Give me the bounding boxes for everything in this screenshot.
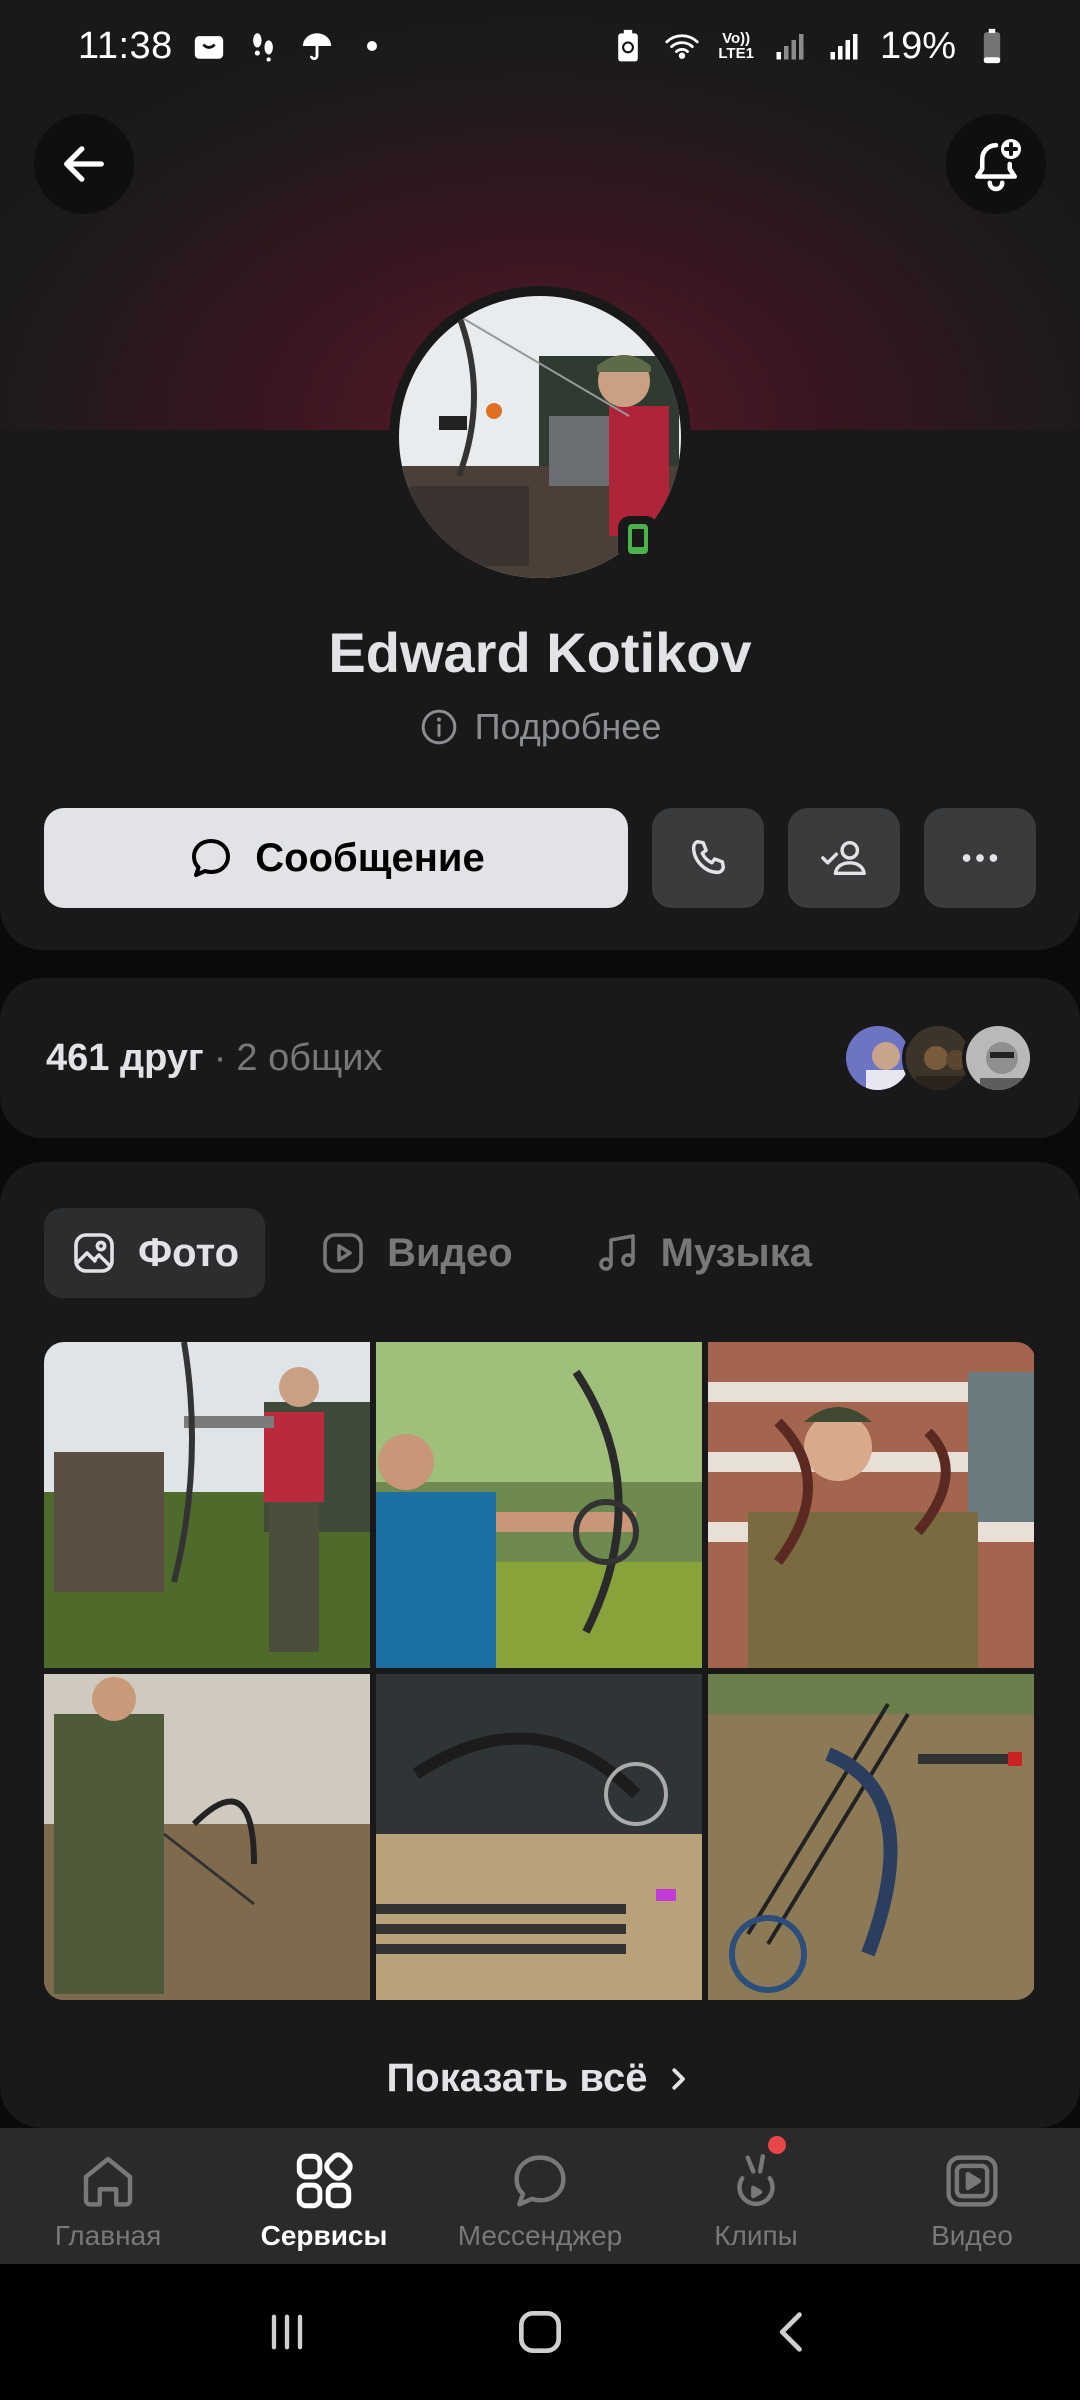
clips-badge-dot <box>768 2136 786 2154</box>
chevron-left-icon <box>780 2312 803 2352</box>
profile-details-link[interactable]: Подробнее <box>0 706 1080 748</box>
arrow-left-icon <box>64 146 104 182</box>
photo-thumbnail[interactable] <box>376 1342 702 1668</box>
tabbar-messenger-label: Мессенджер <box>457 2220 623 2251</box>
tab-videos[interactable]: Видео <box>293 1208 539 1298</box>
messenger-icon <box>514 2155 566 2207</box>
tabbar-home-label: Главная <box>54 2220 162 2251</box>
tabbar-services[interactable]: Сервисы <box>216 2128 432 2264</box>
umbrella-icon <box>299 28 335 64</box>
common-friends-count: 2 общих <box>236 1036 383 1079</box>
media-tabs: Фото Видео Музыка <box>44 1208 838 1298</box>
wifi-icon <box>664 28 700 64</box>
online-mobile-badge <box>618 516 658 562</box>
profile-name: Edward Kotikov <box>328 621 752 684</box>
tabbar-services-label: Сервисы <box>260 2220 388 2251</box>
photo-thumbnail[interactable] <box>44 1674 370 2000</box>
lte-label-bottom: LTE1 <box>718 45 754 62</box>
music-icon <box>598 1234 635 1271</box>
services-icon <box>296 2152 353 2209</box>
lte-indicator: Vo)) LTE1 <box>718 31 754 61</box>
photo-thumbnail[interactable] <box>708 1674 1034 2000</box>
profile-header: Edward Kotikov Подробнее Сообщение <box>0 0 1080 950</box>
call-button[interactable] <box>652 808 764 908</box>
home-square-icon <box>518 2311 561 2353</box>
system-nav-bar <box>0 2264 1080 2400</box>
tab-music[interactable]: Музыка <box>567 1208 838 1298</box>
recent-apps-icon <box>271 2314 302 2350</box>
more-button[interactable] <box>924 808 1036 908</box>
recent-apps-button[interactable] <box>247 2292 327 2372</box>
home-icon <box>83 2156 133 2207</box>
battery-percent: 19% <box>879 24 956 67</box>
tab-videos-label: Видео <box>387 1230 513 1275</box>
friends-separator: · <box>213 1036 227 1079</box>
clips-icon <box>737 2154 775 2207</box>
friend-status-button[interactable] <box>788 808 900 908</box>
video-icon <box>323 1233 363 1273</box>
notification-dot-icon <box>366 41 377 51</box>
friend-avatar <box>962 1022 1034 1094</box>
signal-1-icon <box>772 28 808 64</box>
user-check-icon <box>821 840 866 876</box>
tabbar-home[interactable]: Главная <box>0 2128 216 2264</box>
tabbar-clips-label: Клипы <box>714 2220 798 2251</box>
media-card: Фото Видео Музыка Показать всё <box>0 1162 1080 2128</box>
tab-photos-label: Фото <box>138 1230 240 1275</box>
shopping-bag-icon <box>191 28 227 64</box>
photo-thumbnail[interactable] <box>708 1342 1034 1668</box>
friends-count: 461 друг <box>46 1036 204 1079</box>
show-all-label: Показать всё <box>386 2056 648 2100</box>
footprints-icon <box>245 28 281 64</box>
chat-bubble-icon <box>192 839 231 877</box>
photo-thumbnail[interactable] <box>376 1674 702 2000</box>
phone-icon <box>691 839 726 875</box>
back-nav-button[interactable] <box>753 2292 833 2372</box>
status-time: 11:38 <box>78 24 173 67</box>
friend-avatars <box>842 1022 1034 1094</box>
tabbar-messenger[interactable]: Мессенджер <box>432 2128 648 2264</box>
info-icon <box>421 709 456 745</box>
battery-saver-icon <box>610 28 646 64</box>
back-button[interactable] <box>34 114 134 214</box>
message-button-label: Сообщение <box>255 835 485 880</box>
show-all-button[interactable]: Показать всё <box>0 2056 1080 2101</box>
bell-plus-icon <box>975 139 1021 192</box>
message-button[interactable]: Сообщение <box>44 808 628 908</box>
home-nav-button[interactable] <box>500 2292 580 2372</box>
details-label: Подробнее <box>474 706 662 747</box>
signal-2-icon <box>826 28 862 64</box>
tabbar-clips[interactable]: Клипы <box>648 2128 864 2264</box>
tabbar-video-label: Видео <box>931 2220 1013 2251</box>
chevron-right-icon <box>672 2067 686 2090</box>
more-horizontal-icon <box>962 854 998 862</box>
video-play-icon <box>946 2155 998 2207</box>
bottom-tab-bar: Главная Сервисы Мессенджер Клипы Видео <box>0 2128 1080 2264</box>
tabbar-video[interactable]: Видео <box>864 2128 1080 2264</box>
status-bar: 11:38 Vo)) LTE1 19% <box>0 0 1080 92</box>
subscribe-notifications-button[interactable] <box>946 114 1046 214</box>
battery-icon <box>974 28 1010 64</box>
tab-photos[interactable]: Фото <box>44 1208 266 1298</box>
mobile-online-icon <box>628 524 648 554</box>
image-icon <box>74 1233 114 1273</box>
profile-actions: Сообщение <box>44 808 1036 908</box>
photo-grid <box>44 1342 1036 2000</box>
friends-card[interactable]: 461 друг · 2 общих <box>0 978 1080 1138</box>
photo-thumbnail[interactable] <box>44 1342 370 1668</box>
tab-music-label: Музыка <box>660 1230 812 1275</box>
